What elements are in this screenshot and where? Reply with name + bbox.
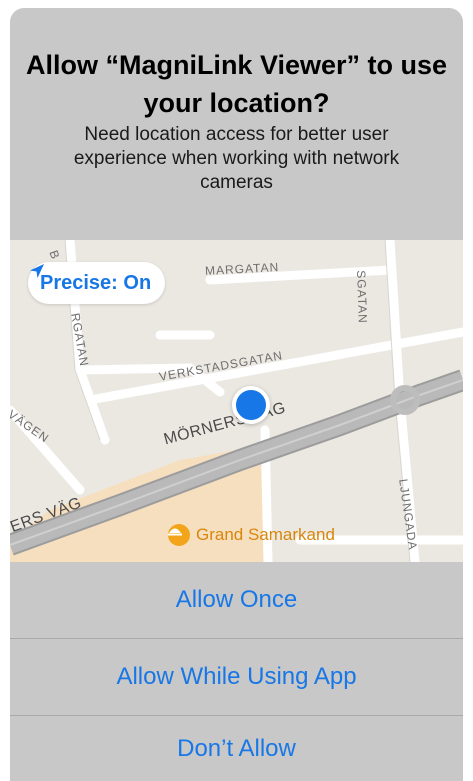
precise-location-toggle[interactable]: Precise: On [28,262,166,304]
location-arrow-icon [30,264,44,278]
poi-label: Grand Samarkand [196,525,335,544]
street-label-sgatan: SGATAN [354,270,370,325]
location-map[interactable]: MARGATAN SGATAN RGATAN B VERKSTADSGATAN … [10,240,463,562]
restaurant-icon [168,524,190,546]
allow-while-using-button[interactable]: Allow While Using App [10,639,463,715]
dont-allow-button[interactable]: Don’t Allow [10,716,463,781]
precise-label: Precise: On [40,271,152,294]
allow-once-button[interactable]: Allow Once [10,562,463,638]
location-permission-dialog: Allow “MagniLink Viewer” to use your loc… [10,8,463,781]
current-location-dot [232,386,270,424]
dialog-message: Need location access for better user exp… [73,124,400,193]
dialog-title: Allow “MagniLink Viewer” to use your loc… [25,50,448,118]
dialog-header: Allow “MagniLink Viewer” to use your loc… [10,8,463,240]
poi-grand-samarkand[interactable]: Grand Samarkand [168,524,335,546]
